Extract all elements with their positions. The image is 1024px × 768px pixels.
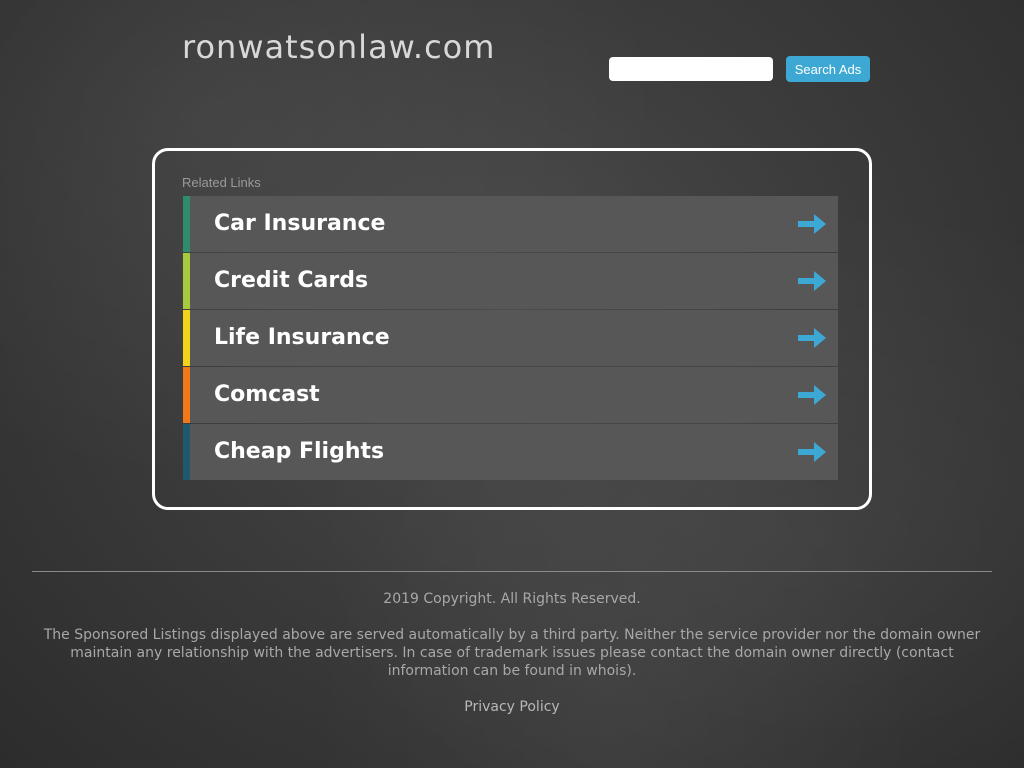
related-link-life-insurance[interactable]: Life Insurance [183, 310, 838, 366]
search-ads-button[interactable]: Search Ads [786, 56, 870, 82]
link-color-stripe [183, 310, 190, 366]
site-title: ronwatsonlaw.com [182, 28, 496, 66]
link-color-stripe [183, 253, 190, 309]
related-link-car-insurance[interactable]: Car Insurance [183, 196, 838, 252]
related-link-label: Comcast [214, 382, 320, 407]
disclaimer-text: The Sponsored Listings displayed above a… [43, 627, 981, 679]
arrow-right-icon [798, 385, 826, 405]
related-link-label: Credit Cards [214, 268, 369, 293]
related-link-credit-cards[interactable]: Credit Cards [183, 253, 838, 309]
link-color-stripe [183, 196, 190, 252]
link-color-stripe [183, 367, 190, 423]
footer: 2019 Copyright. All Rights Reserved. The… [32, 590, 992, 716]
related-link-label: Life Insurance [214, 325, 390, 350]
arrow-right-icon [798, 442, 826, 462]
link-color-stripe [183, 424, 190, 480]
search-input[interactable] [609, 57, 773, 81]
arrow-right-icon [798, 214, 826, 234]
related-links-panel: Related Links Car Insurance Credit Cards… [152, 148, 872, 510]
related-links-list: Car Insurance Credit Cards Life Insuranc… [183, 196, 838, 481]
copyright-text: 2019 Copyright. All Rights Reserved. [383, 591, 641, 607]
related-link-comcast[interactable]: Comcast [183, 367, 838, 423]
privacy-policy-link[interactable]: Privacy Policy [464, 699, 559, 715]
arrow-right-icon [798, 271, 826, 291]
related-link-label: Car Insurance [214, 211, 386, 236]
arrow-right-icon [798, 328, 826, 348]
related-links-heading: Related Links [182, 175, 261, 190]
footer-divider [32, 571, 992, 572]
related-link-label: Cheap Flights [214, 439, 385, 464]
related-link-cheap-flights[interactable]: Cheap Flights [183, 424, 838, 480]
